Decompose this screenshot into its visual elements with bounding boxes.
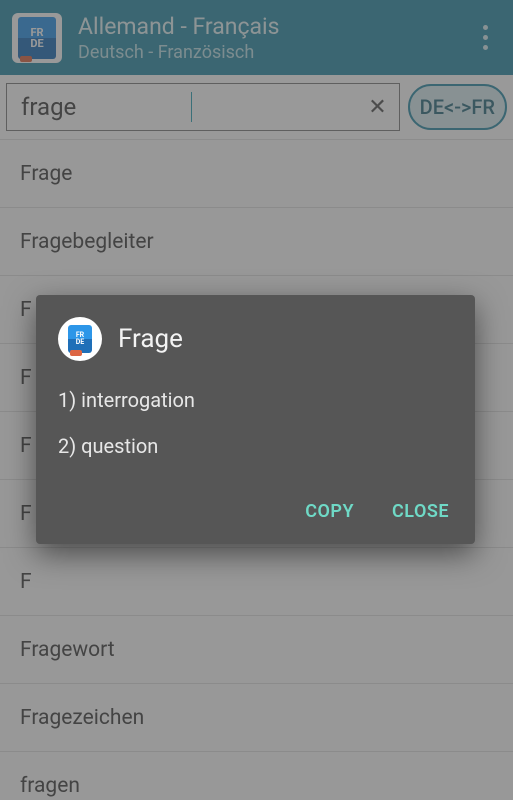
dialog-body: 1) interrogation 2) question: [58, 387, 453, 459]
icon-text-de: DE: [76, 339, 85, 346]
copy-button[interactable]: COPY: [301, 493, 358, 530]
dialog-actions: COPY CLOSE: [58, 493, 453, 530]
definition-line: 2) question: [58, 433, 453, 459]
dialog-icon: FR DE: [58, 317, 102, 361]
dialog-icon-graphic: FR DE: [68, 325, 92, 353]
close-button[interactable]: CLOSE: [388, 493, 453, 530]
dialog-header: FR DE Frage: [58, 317, 453, 361]
definition-line: 1) interrogation: [58, 387, 453, 413]
dialog-title: Frage: [118, 324, 183, 354]
definition-dialog: FR DE Frage 1) interrogation 2) question…: [36, 295, 475, 544]
